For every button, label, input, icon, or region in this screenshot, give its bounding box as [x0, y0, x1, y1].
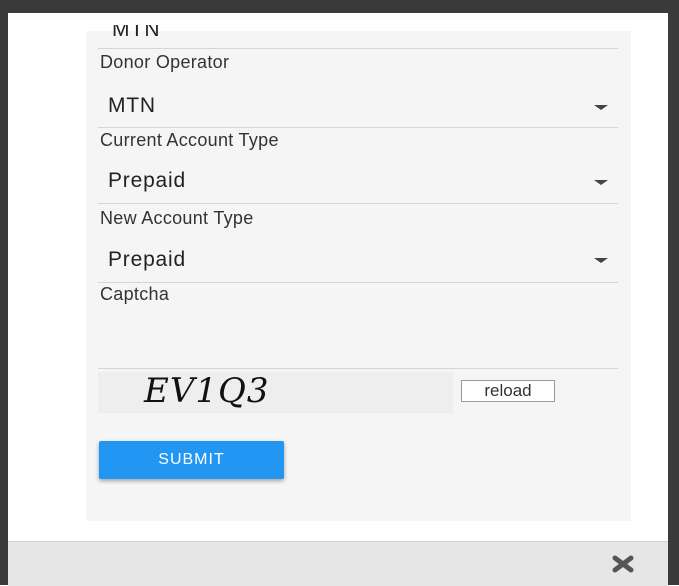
dropdown-caret-icon — [594, 105, 608, 110]
captcha-code: EV1Q3 — [144, 371, 270, 411]
dropdown-caret-icon — [594, 258, 608, 263]
current-account-type-label: Current Account Type — [100, 130, 279, 150]
field-divider — [98, 127, 618, 128]
new-account-type-value: Prepaid — [108, 248, 186, 271]
dialog-footer — [8, 541, 668, 586]
window-frame-right — [668, 0, 679, 585]
close-icon[interactable] — [611, 552, 635, 576]
window-frame-top — [0, 0, 679, 13]
field-divider — [98, 282, 618, 283]
captcha-image: EV1Q3 — [98, 371, 453, 413]
donor-operator-value: MTN — [108, 94, 156, 117]
window-frame-left — [0, 0, 8, 585]
field-divider — [98, 368, 618, 369]
field-divider — [98, 203, 618, 204]
dropdown-caret-icon — [594, 180, 608, 185]
captcha-label: Captcha — [100, 284, 170, 304]
field-divider — [98, 48, 618, 49]
form-panel: MTN Donor Operator MTN Current Account T… — [86, 25, 631, 521]
captcha-reload-button[interactable]: reload — [461, 380, 555, 402]
donor-operator-label: Donor Operator — [100, 52, 230, 72]
current-account-type-value: Prepaid — [108, 169, 186, 192]
new-account-type-label: New Account Type — [100, 208, 254, 228]
previous-field-value: MTN — [112, 25, 161, 41]
captcha-input[interactable] — [98, 307, 618, 367]
dialog: MTN Donor Operator MTN Current Account T… — [8, 13, 668, 585]
submit-button[interactable]: SUBMIT — [99, 441, 284, 479]
